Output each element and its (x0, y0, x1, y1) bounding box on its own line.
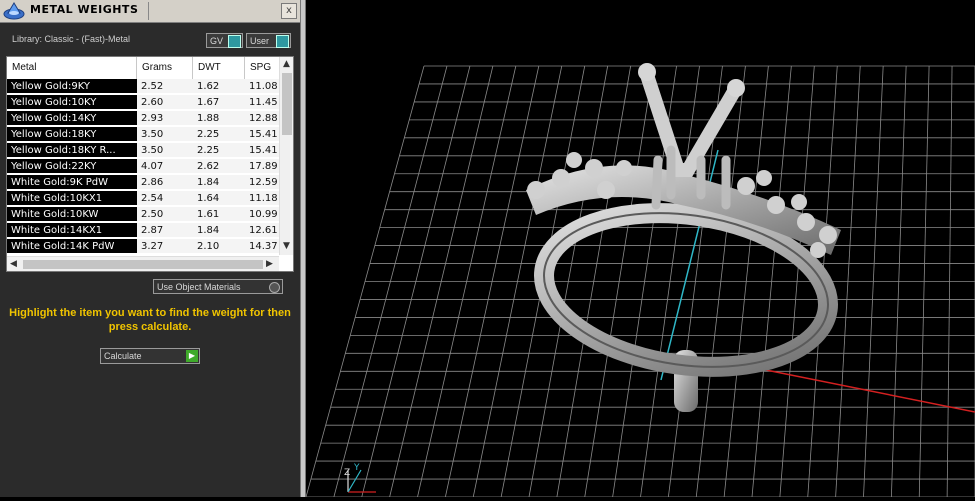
vertical-scroll-thumb[interactable] (282, 73, 292, 135)
metal-name-cell: Yellow Gold:22KY (7, 159, 137, 174)
spg-cell: 11.45 (245, 95, 279, 110)
grams-cell: 3.50 (137, 143, 193, 158)
dwt-cell: 1.84 (193, 175, 245, 190)
spg-cell: 11.08 (245, 79, 279, 94)
table-row[interactable]: White Gold:14KX1 2.87 1.84 12.61 (7, 223, 279, 239)
close-button[interactable]: x (281, 3, 297, 19)
spg-cell: 15.41 (245, 127, 279, 142)
grams-cell: 3.50 (137, 127, 193, 142)
user-toggle[interactable]: User (246, 33, 291, 48)
spg-cell: 10.99 (245, 207, 279, 222)
toggle-switch-icon (228, 35, 241, 48)
grams-cell: 2.93 (137, 111, 193, 126)
dwt-cell: 1.88 (193, 111, 245, 126)
grams-cell: 2.60 (137, 95, 193, 110)
spg-cell: 14.37 (245, 239, 279, 254)
grams-cell: 2.50 (137, 207, 193, 222)
table-row[interactable]: White Gold:9K PdW 2.86 1.84 12.59 (7, 175, 279, 191)
ring-model[interactable] (526, 63, 841, 412)
metal-name-cell: White Gold:14K PdW (7, 239, 137, 254)
dwt-cell: 2.25 (193, 143, 245, 158)
spg-cell: 11.18 (245, 191, 279, 206)
table-row[interactable]: Yellow Gold:22KY 4.07 2.62 17.89 (7, 159, 279, 175)
metal-name-cell: Yellow Gold:18KY R... (7, 143, 137, 158)
title-separator (148, 2, 149, 20)
table-row[interactable]: Yellow Gold:18KY 3.50 2.25 15.41 (7, 127, 279, 143)
spg-cell: 12.61 (245, 223, 279, 238)
gizmo-y-label: Y (353, 463, 360, 473)
metal-name-cell: White Gold:10KW (7, 207, 137, 222)
calculate-button[interactable]: Calculate ▶ (100, 348, 200, 364)
metal-table: Metal Grams DWT SPG Yellow Gold:9KY 2.52 1… (6, 56, 294, 272)
viewport-scene: Z Y (305, 63, 975, 498)
scroll-down-icon[interactable]: ▼ (283, 241, 290, 251)
window-title: METAL WEIGHTS (30, 3, 139, 16)
dwt-cell: 2.10 (193, 239, 245, 254)
col-header-dwt[interactable]: DWT (193, 57, 245, 79)
metal-weights-panel: METAL WEIGHTS x Library: Classic - (Fast… (0, 0, 300, 497)
radio-icon (269, 282, 280, 293)
metal-name-cell: Yellow Gold:14KY (7, 111, 137, 126)
spg-cell: 17.89 (245, 159, 279, 174)
table-row[interactable]: White Gold:14K PdW 3.27 2.10 14.37 (7, 239, 279, 255)
spg-cell: 12.59 (245, 175, 279, 190)
grams-cell: 2.54 (137, 191, 193, 206)
table-row[interactable]: White Gold:10KX1 2.54 1.64 11.18 (7, 191, 279, 207)
metal-name-cell: Yellow Gold:18KY (7, 127, 137, 142)
axis-gizmo-icon: Z Y (344, 463, 376, 493)
grams-cell: 2.52 (137, 79, 193, 94)
instruction-text: Highlight the item you want to find the … (9, 307, 291, 333)
metal-name-cell: White Gold:14KX1 (7, 223, 137, 238)
scroll-left-icon[interactable]: ◀ (10, 259, 17, 269)
vertical-scrollbar[interactable]: ▲ ▼ (279, 57, 293, 255)
use-object-materials-label: Use Object Materials (157, 282, 241, 292)
ground-grid (305, 65, 975, 498)
app-logo-icon (3, 2, 25, 20)
play-arrow-icon: ▶ (186, 350, 198, 362)
metal-name-cell: White Gold:10KX1 (7, 191, 137, 206)
dwt-cell: 2.25 (193, 127, 245, 142)
dwt-cell: 1.64 (193, 191, 245, 206)
dwt-cell: 1.61 (193, 207, 245, 222)
toggle-switch-icon (276, 35, 289, 48)
dwt-cell: 1.62 (193, 79, 245, 94)
use-object-materials-toggle[interactable]: Use Object Materials (153, 279, 283, 294)
table-row[interactable]: Yellow Gold:18KY R... 3.50 2.25 15.41 (7, 143, 279, 159)
scroll-right-icon[interactable]: ▶ (266, 259, 273, 269)
gv-toggle[interactable]: GV (206, 33, 243, 48)
col-header-grams[interactable]: Grams (137, 57, 193, 79)
title-bar: METAL WEIGHTS x (0, 0, 300, 23)
metal-name-cell: Yellow Gold:10KY (7, 95, 137, 110)
calculate-label: Calculate (104, 351, 142, 361)
scroll-up-icon[interactable]: ▲ (283, 59, 290, 69)
table-header: Metal Grams DWT SPG (7, 57, 279, 79)
gv-toggle-label: GV (210, 36, 224, 46)
metal-name-cell: White Gold:9K PdW (7, 175, 137, 190)
table-row[interactable]: Yellow Gold:10KY 2.60 1.67 11.45 (7, 95, 279, 111)
grams-cell: 2.87 (137, 223, 193, 238)
grams-cell: 3.27 (137, 239, 193, 254)
table-row[interactable]: Yellow Gold:9KY 2.52 1.62 11.08 (7, 79, 279, 95)
3d-viewport[interactable]: Z Y (305, 0, 975, 498)
spg-cell: 15.41 (245, 143, 279, 158)
col-header-metal[interactable]: Metal (7, 57, 137, 79)
x-axis-line (765, 369, 975, 413)
spg-cell: 12.88 (245, 111, 279, 126)
grams-cell: 4.07 (137, 159, 193, 174)
grams-cell: 2.86 (137, 175, 193, 190)
table-row[interactable]: Yellow Gold:14KY 2.93 1.88 12.88 (7, 111, 279, 127)
col-header-spg[interactable]: SPG (245, 57, 279, 79)
metal-name-cell: Yellow Gold:9KY (7, 79, 137, 94)
gizmo-z-label: Z (344, 468, 350, 478)
dwt-cell: 1.67 (193, 95, 245, 110)
user-toggle-label: User (250, 36, 270, 46)
dwt-cell: 1.84 (193, 223, 245, 238)
library-label: Library: Classic - (Fast)-Metal (12, 34, 131, 44)
horizontal-scroll-thumb[interactable] (23, 260, 263, 269)
close-icon: x (286, 5, 292, 16)
dwt-cell: 2.62 (193, 159, 245, 174)
table-row[interactable]: White Gold:10KW 2.50 1.61 10.99 (7, 207, 279, 223)
horizontal-scrollbar[interactable]: ◀ ▶ (7, 256, 279, 271)
